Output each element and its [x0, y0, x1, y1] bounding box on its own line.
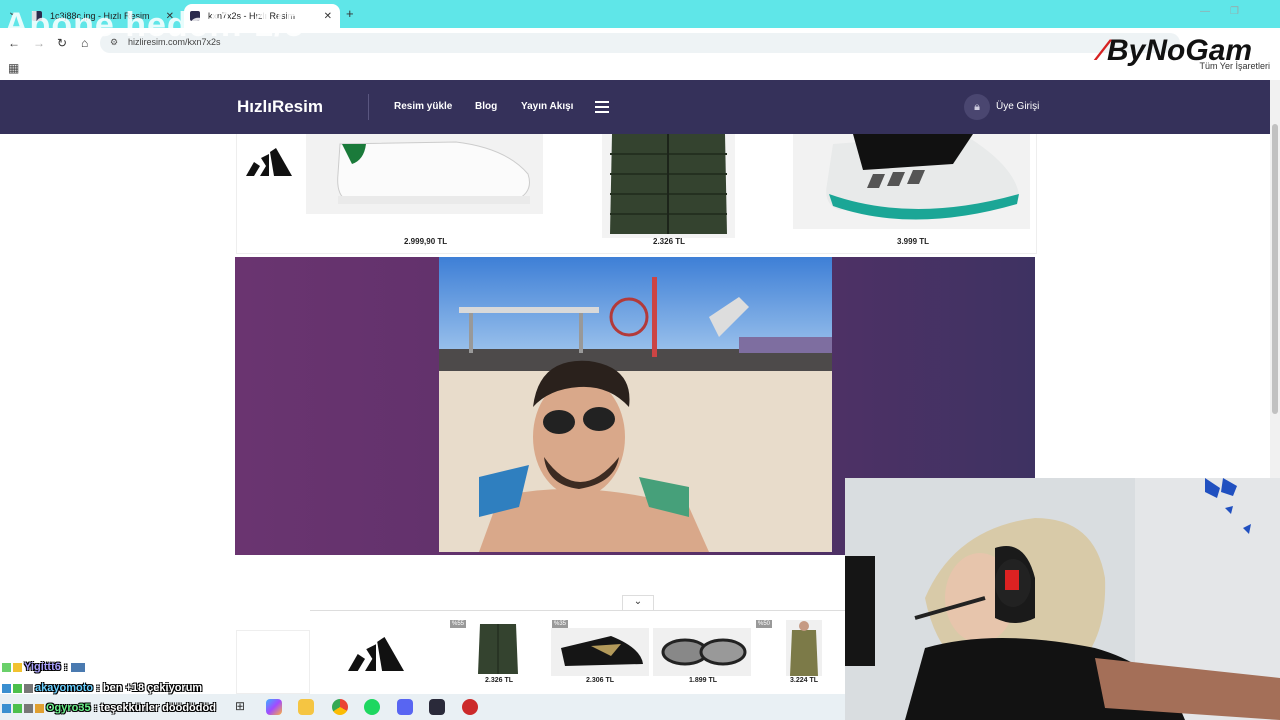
- adidas-logo-icon: [246, 148, 292, 176]
- price-label: 1.899 TL: [689, 677, 718, 684]
- brand-slash-icon: ⁄: [1100, 34, 1106, 67]
- discord-icon[interactable]: [397, 699, 413, 715]
- adidas-logo-icon: [348, 636, 404, 672]
- price-label: 2.326 TL: [653, 237, 686, 246]
- stream-goal-overlay: Abone hedefi: 1/5: [4, 6, 305, 44]
- badge-icon: [13, 703, 22, 713]
- badge-icon: [2, 662, 11, 672]
- discount-badge: %50: [756, 620, 773, 628]
- badge-icon: [35, 703, 44, 713]
- discount-badge: %35: [552, 620, 569, 628]
- uploaded-photo[interactable]: [439, 257, 832, 552]
- black-shoe-product-image[interactable]: [551, 628, 649, 676]
- chat-message: Ogyro35 : teşekkürler döödödöd: [2, 702, 216, 714]
- maximize-icon[interactable]: ❐: [1230, 6, 1239, 17]
- file-explorer-icon[interactable]: [298, 699, 314, 715]
- nav-feed[interactable]: Yayın Akışı: [521, 101, 573, 112]
- chat-separator: :: [60, 661, 71, 673]
- olive-jacket-product-image[interactable]: [786, 620, 822, 676]
- price-label: 2.306 TL: [586, 677, 615, 684]
- menu-icon[interactable]: [595, 101, 609, 116]
- chat-message: Yigittt6 :: [2, 661, 87, 673]
- badge-icon: [24, 703, 33, 713]
- chat-separator: :: [90, 702, 101, 714]
- swim-goggles-product-image[interactable]: [653, 628, 751, 676]
- apps-grid-icon[interactable]: ▦: [8, 61, 19, 75]
- bookmarks-bar: [0, 58, 1280, 80]
- chat-message: akayomoto : ben +18 çekiyorum: [2, 682, 202, 694]
- header-divider: [368, 94, 369, 120]
- lock-icon[interactable]: 🔒︎: [964, 94, 990, 120]
- basketball-shoe-image[interactable]: [793, 134, 1030, 229]
- price-label: 3.224 TL: [790, 677, 819, 684]
- nav-blog[interactable]: Blog: [475, 101, 497, 112]
- task-view-icon[interactable]: ⊞: [232, 699, 248, 715]
- league-client-icon[interactable]: [429, 699, 445, 715]
- price-label: 2.326 TL: [485, 677, 514, 684]
- price-label: 3.999 TL: [897, 237, 930, 246]
- obs-icon[interactable]: [462, 699, 478, 715]
- chat-username: akayomoto: [35, 682, 94, 694]
- login-link[interactable]: Üye Girişi: [996, 101, 1039, 112]
- close-tab-icon[interactable]: ✕: [324, 11, 332, 22]
- jacket-product-image[interactable]: [474, 620, 522, 676]
- green-puffer-jacket-image[interactable]: [602, 134, 735, 238]
- site-logo[interactable]: HızlıResim: [237, 97, 323, 117]
- brand-watermark: ⁄ByNoGam: [1100, 34, 1252, 68]
- chat-username: Ogyro35: [46, 702, 91, 714]
- spotify-icon[interactable]: [364, 699, 380, 715]
- webcam-feed: [845, 478, 1280, 720]
- badge-icon: [2, 703, 11, 713]
- scrollbar-thumb[interactable]: [1272, 124, 1278, 414]
- badge-icon: [24, 683, 33, 693]
- discount-badge: %55: [450, 620, 467, 628]
- chat-separator: :: [93, 682, 103, 694]
- copilot-icon[interactable]: [266, 699, 282, 715]
- bottom-ad-left-panel: [236, 630, 310, 694]
- white-sneaker-image[interactable]: [306, 134, 543, 214]
- minimize-icon[interactable]: —: [1200, 6, 1210, 17]
- chrome-icon[interactable]: [332, 699, 348, 715]
- site-header: [0, 80, 1280, 134]
- chat-text: teşekkürler döödödöd: [100, 702, 216, 714]
- badge-icon: [2, 683, 11, 693]
- badge-icon: [13, 662, 22, 672]
- new-tab-icon[interactable]: +: [346, 6, 354, 21]
- chat-text: ben +18 çekiyorum: [102, 682, 203, 694]
- price-label: 2.999,90 TL: [404, 237, 448, 246]
- badge-icon: [13, 683, 22, 693]
- brand-name: ByNoGam: [1107, 34, 1253, 67]
- emote-icon: [70, 662, 85, 672]
- nav-upload-image[interactable]: Resim yükle: [394, 101, 452, 112]
- chat-username: Yigittt6: [24, 661, 61, 673]
